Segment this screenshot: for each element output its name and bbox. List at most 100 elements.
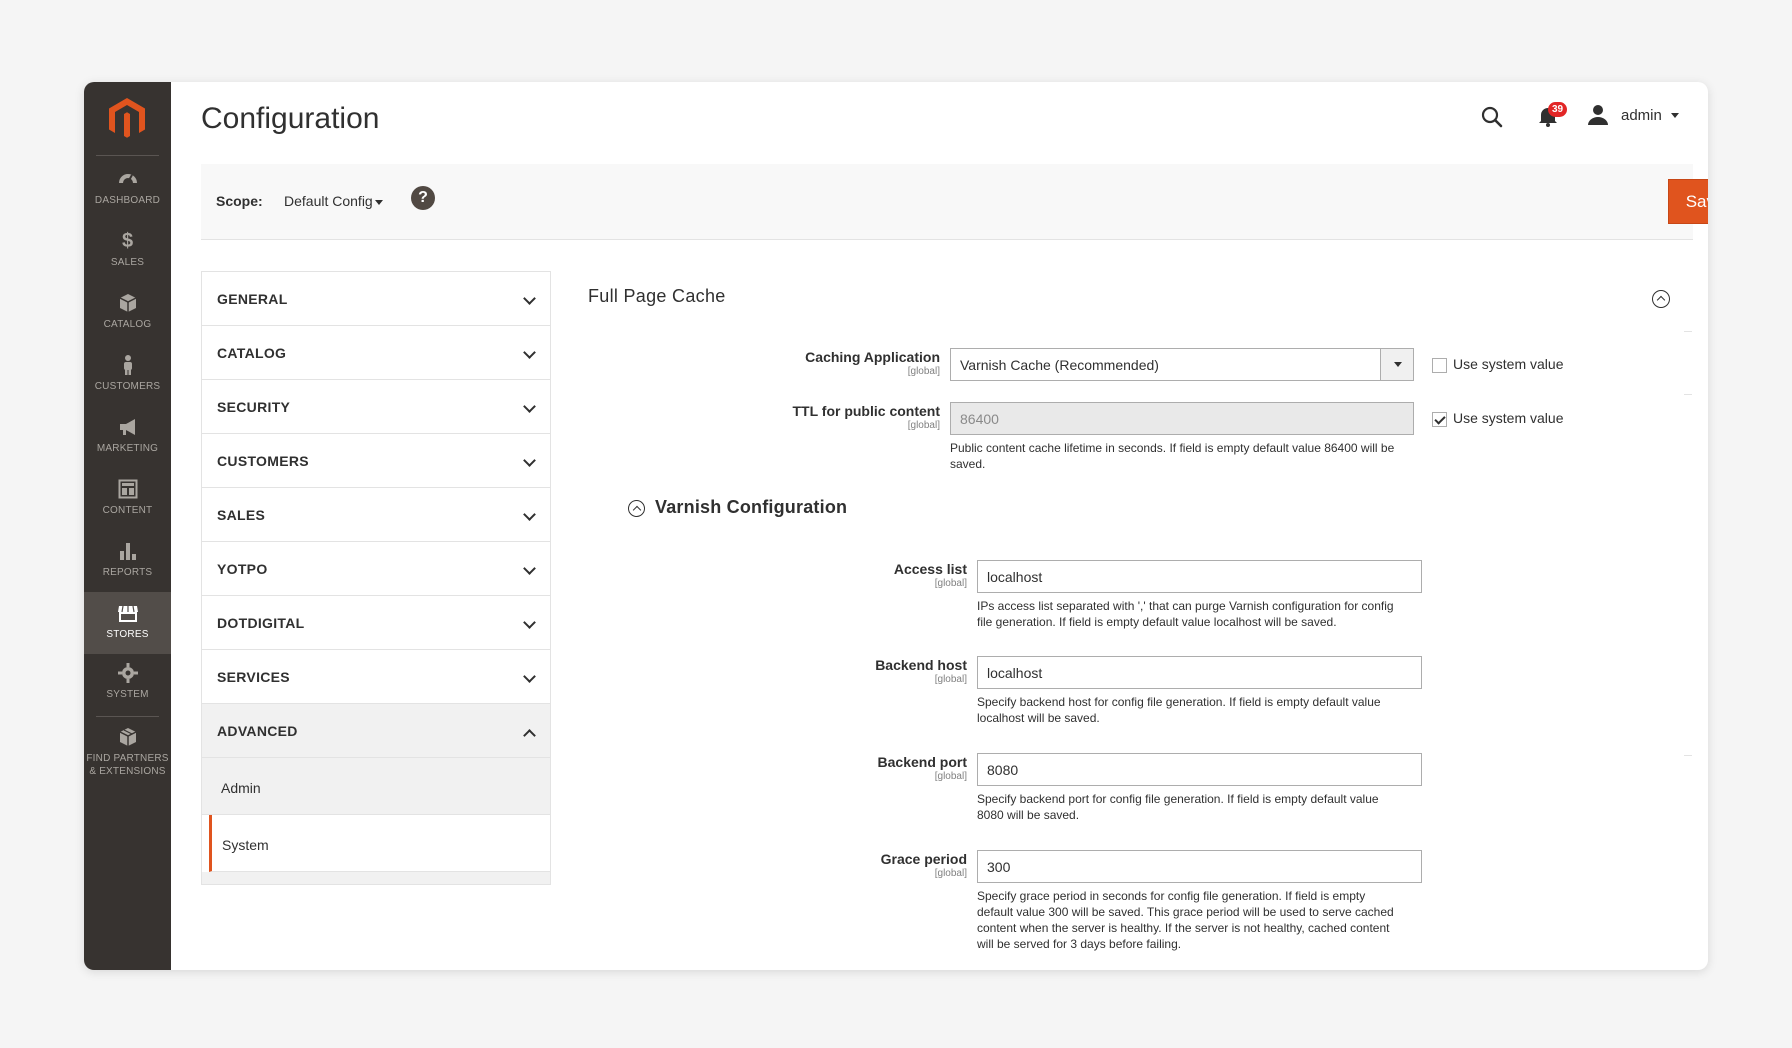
backend-host-label: Backend host <box>875 657 967 673</box>
tab-label: SECURITY <box>217 399 291 415</box>
sidebar-item-catalog[interactable]: CATALOG <box>84 292 171 346</box>
chevron-down-icon <box>523 292 536 305</box>
dollar-icon: $ <box>121 230 134 252</box>
chevron-down-icon[interactable] <box>1380 349 1413 380</box>
subtab-system[interactable]: System <box>209 815 550 872</box>
backend-port-note: Specify backend port for config file gen… <box>977 791 1427 823</box>
sidebar-item-reports[interactable]: REPORTS <box>84 540 171 594</box>
row-divider <box>1684 394 1692 395</box>
caching-application-label: Caching Application <box>805 349 940 365</box>
megaphone-icon <box>119 419 135 435</box>
admin-user-menu[interactable]: admin <box>1621 107 1662 124</box>
chevron-down-icon <box>523 670 536 683</box>
scope-label: Scope: <box>216 193 263 209</box>
chevron-down-icon <box>523 562 536 575</box>
note-line: file generation. If field is empty defau… <box>977 615 1337 629</box>
note-line: Specify grace period in seconds for conf… <box>977 889 1366 903</box>
backend-host-note: Specify backend host for config file gen… <box>977 694 1427 726</box>
scope-note: [global] <box>934 771 967 782</box>
section-title[interactable]: Full Page Cache <box>588 286 726 307</box>
ttl-input[interactable]: 86400 <box>950 402 1414 435</box>
backend-port-input[interactable]: 8080 <box>977 753 1422 786</box>
notifications-badge[interactable]: 39 <box>1548 102 1568 117</box>
sidebar-item-stores[interactable]: STORES <box>84 592 171 654</box>
note-line: saved. <box>950 457 986 471</box>
tab-security[interactable]: SECURITY <box>202 380 550 434</box>
note-line: Specify backend port for config file gen… <box>977 792 1379 806</box>
page-title: Configuration <box>201 102 380 135</box>
tab-services[interactable]: SERVICES <box>202 650 550 704</box>
tab-customers[interactable]: CUSTOMERS <box>202 434 550 488</box>
sidebar-item-find-partners[interactable]: FIND PARTNERS & EXTENSIONS <box>84 726 171 792</box>
tab-label: SALES <box>217 507 266 523</box>
varnish-configuration-title[interactable]: Varnish Configuration <box>655 497 847 518</box>
tab-catalog[interactable]: CATALOG <box>202 326 550 380</box>
chevron-down-icon[interactable] <box>1671 113 1679 118</box>
backend-host-input[interactable]: localhost <box>977 656 1422 689</box>
scope-note: [global] <box>934 868 967 879</box>
subtab-label: Admin <box>221 780 261 796</box>
sidebar-item-sales[interactable]: $ SALES <box>84 230 171 284</box>
collapse-varnish-icon[interactable] <box>628 500 645 517</box>
tab-dotdigital[interactable]: DOTDIGITAL <box>202 596 550 650</box>
use-system-value-label[interactable]: Use system value <box>1453 410 1563 426</box>
save-config-button[interactable]: Save Config <box>1668 179 1708 224</box>
sidebar-item-label: STORES <box>106 629 149 640</box>
use-system-value-checkbox[interactable] <box>1432 358 1447 373</box>
sidebar-item-label: MARKETING <box>96 443 159 454</box>
use-system-value-label[interactable]: Use system value <box>1453 356 1563 372</box>
sidebar-item-dashboard[interactable]: DASHBOARD <box>84 168 171 222</box>
scope-bar: Scope: Default Config ? Save Config <box>201 164 1708 240</box>
access-list-label: Access list <box>893 561 967 577</box>
sidebar-item-label: CUSTOMERS <box>94 381 161 392</box>
sidebar-item-label: SYSTEM <box>106 689 149 700</box>
row-divider <box>1684 331 1692 332</box>
ttl-note: Public content cache lifetime in seconds… <box>950 440 1420 472</box>
tab-label: CUSTOMERS <box>217 453 309 469</box>
sidebar-item-customers[interactable]: CUSTOMERS <box>84 354 171 408</box>
tab-advanced[interactable]: ADVANCED <box>202 704 550 758</box>
admin-window: DASHBOARD $ SALES CATALOG CUSTOMERS MARK… <box>84 82 1708 970</box>
search-icon[interactable] <box>1480 105 1504 129</box>
scope-switcher[interactable]: Default Config <box>284 193 373 209</box>
tab-label: ADVANCED <box>217 723 298 739</box>
ttl-label: TTL for public content <box>792 403 940 419</box>
use-system-value-checkbox[interactable] <box>1432 412 1447 427</box>
grace-period-input[interactable]: 300 <box>977 850 1422 883</box>
note-line: Public content cache lifetime in seconds… <box>950 441 1395 455</box>
help-icon[interactable]: ? <box>411 186 435 210</box>
gear-icon <box>117 663 138 683</box>
backend-port-label: Backend port <box>877 754 967 770</box>
tab-label: SERVICES <box>217 669 290 685</box>
scope-note: [global] <box>934 578 967 589</box>
tab-label: DOTDIGITAL <box>217 615 305 631</box>
caching-application-select[interactable]: Varnish Cache (Recommended) <box>950 348 1414 381</box>
note-line: IPs access list separated with ',' that … <box>977 599 1394 613</box>
note-line: localhost will be saved. <box>977 711 1100 725</box>
bar-chart-icon <box>119 543 136 560</box>
chevron-up-icon <box>523 729 536 742</box>
user-icon[interactable] <box>1587 104 1609 126</box>
chevron-down-icon <box>523 616 536 629</box>
sidebar-item-system[interactable]: SYSTEM <box>84 662 171 716</box>
chevron-down-icon <box>523 508 536 521</box>
tab-yotpo[interactable]: YOTPO <box>202 542 550 596</box>
access-list-input[interactable]: localhost <box>977 560 1422 593</box>
tab-label: CATALOG <box>217 345 287 361</box>
tab-label: YOTPO <box>217 561 268 577</box>
subtab-admin[interactable]: Admin <box>202 758 550 815</box>
sidebar-item-content[interactable]: CONTENT <box>84 478 171 532</box>
chevron-down-icon <box>523 454 536 467</box>
tab-general[interactable]: GENERAL <box>202 272 550 326</box>
chevron-down-icon[interactable] <box>375 200 383 205</box>
sidebar-item-label: CATALOG <box>103 319 152 330</box>
magento-logo-icon[interactable] <box>105 96 149 140</box>
row-divider <box>1684 755 1692 756</box>
tab-sales[interactable]: SALES <box>202 488 550 542</box>
sidebar-item-label: REPORTS <box>102 567 153 578</box>
access-list-note: IPs access list separated with ',' that … <box>977 598 1427 630</box>
chevron-down-icon <box>523 400 536 413</box>
sidebar-item-label-line2: & EXTENSIONS <box>89 766 166 777</box>
collapse-section-icon[interactable] <box>1652 290 1670 308</box>
sidebar-item-marketing[interactable]: MARKETING <box>84 416 171 470</box>
